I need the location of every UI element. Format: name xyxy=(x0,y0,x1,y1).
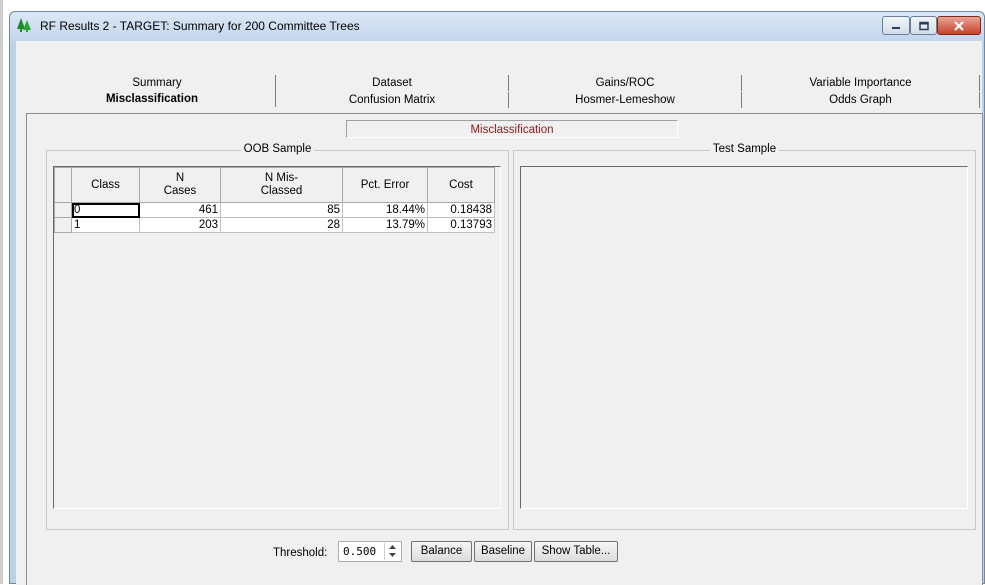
cell-pct-error[interactable]: 13.79% xyxy=(342,217,428,233)
test-title: Test Sample xyxy=(709,143,780,155)
tab-variable-importance[interactable]: Variable Importance xyxy=(742,75,980,91)
cell-n-cases[interactable]: 461 xyxy=(139,202,221,218)
tab-confusion-matrix[interactable]: Confusion Matrix xyxy=(276,92,509,108)
maximize-button[interactable] xyxy=(910,16,937,35)
test-group-title: Test Sample xyxy=(514,143,975,155)
oob-grid[interactable]: Class N Cases N Mis- Classed Pct. Error … xyxy=(53,166,501,509)
cell-n-misclassed[interactable]: 85 xyxy=(220,202,343,218)
desktop-edge xyxy=(0,0,9,584)
maximize-icon xyxy=(918,21,929,30)
cell-class[interactable]: 1 xyxy=(71,217,140,233)
tab-summary[interactable]: Summary xyxy=(39,75,276,91)
cell-n-cases[interactable]: 203 xyxy=(139,217,221,233)
threshold-value[interactable]: 0.500 xyxy=(343,545,376,558)
col-pct-error[interactable]: Pct. Error xyxy=(342,167,428,203)
threshold-spinner[interactable]: 0.500 xyxy=(338,541,402,562)
table-row[interactable]: 1 203 28 13.79% 0.13793 xyxy=(54,217,495,233)
col-class[interactable]: Class xyxy=(71,167,140,203)
minimize-button[interactable] xyxy=(882,16,910,35)
tab-misclassification[interactable]: Misclassification xyxy=(29,91,276,107)
spin-up-icon[interactable] xyxy=(385,543,400,551)
cell-cost[interactable]: 0.18438 xyxy=(427,202,495,218)
oob-sample-group: OOB Sample Class N Cases N Mis- Classed … xyxy=(46,143,509,530)
row-header[interactable] xyxy=(54,217,72,233)
tab-odds-graph[interactable]: Odds Graph xyxy=(742,92,980,108)
baseline-button[interactable]: Baseline xyxy=(474,541,532,562)
client-area: Summary Dataset Gains/ROC Variable Impor… xyxy=(16,41,983,585)
spin-down-icon[interactable] xyxy=(385,551,400,559)
close-button[interactable] xyxy=(937,16,981,35)
desktop-stripe xyxy=(0,0,3,584)
window-title: RF Results 2 - TARGET: Summary for 200 C… xyxy=(40,19,360,33)
balance-button[interactable]: Balance xyxy=(411,541,472,562)
col-n-misclassed[interactable]: N Mis- Classed xyxy=(220,167,343,203)
cell-cost[interactable]: 0.13793 xyxy=(427,217,495,233)
test-sample-group: Test Sample xyxy=(513,143,976,530)
col-n-cases[interactable]: N Cases xyxy=(139,167,221,203)
show-table-button[interactable]: Show Table... xyxy=(534,541,618,562)
cell-n-misclassed[interactable]: 28 xyxy=(220,217,343,233)
tab-hosmer-lemeshow[interactable]: Hosmer-Lemeshow xyxy=(509,92,742,108)
close-icon xyxy=(954,20,964,31)
oob-table: Class N Cases N Mis- Classed Pct. Error … xyxy=(54,167,495,233)
tab-gains-roc[interactable]: Gains/ROC xyxy=(509,75,742,91)
tab-dataset[interactable]: Dataset xyxy=(276,75,509,91)
col-cost[interactable]: Cost xyxy=(427,167,495,203)
oob-group-title: OOB Sample xyxy=(47,143,508,155)
row-header[interactable] xyxy=(54,202,72,218)
table-header-row: Class N Cases N Mis- Classed Pct. Error … xyxy=(54,167,495,203)
oob-title: OOB Sample xyxy=(240,143,315,155)
test-grid[interactable] xyxy=(520,166,968,509)
threshold-label: Threshold: xyxy=(273,547,328,559)
row-header-corner xyxy=(54,167,72,203)
mode-label: Misclassification xyxy=(346,120,678,138)
results-window: RF Results 2 - TARGET: Summary for 200 C… xyxy=(9,11,985,585)
minimize-icon xyxy=(892,26,900,29)
table-row[interactable]: 0 461 85 18.44% 0.18438 xyxy=(54,202,495,218)
cell-class[interactable]: 0 xyxy=(71,202,140,218)
tree-app-icon xyxy=(17,18,31,32)
cell-pct-error[interactable]: 18.44% xyxy=(342,202,428,218)
title-bar[interactable]: RF Results 2 - TARGET: Summary for 200 C… xyxy=(10,12,984,41)
spin-buttons[interactable] xyxy=(384,543,400,560)
